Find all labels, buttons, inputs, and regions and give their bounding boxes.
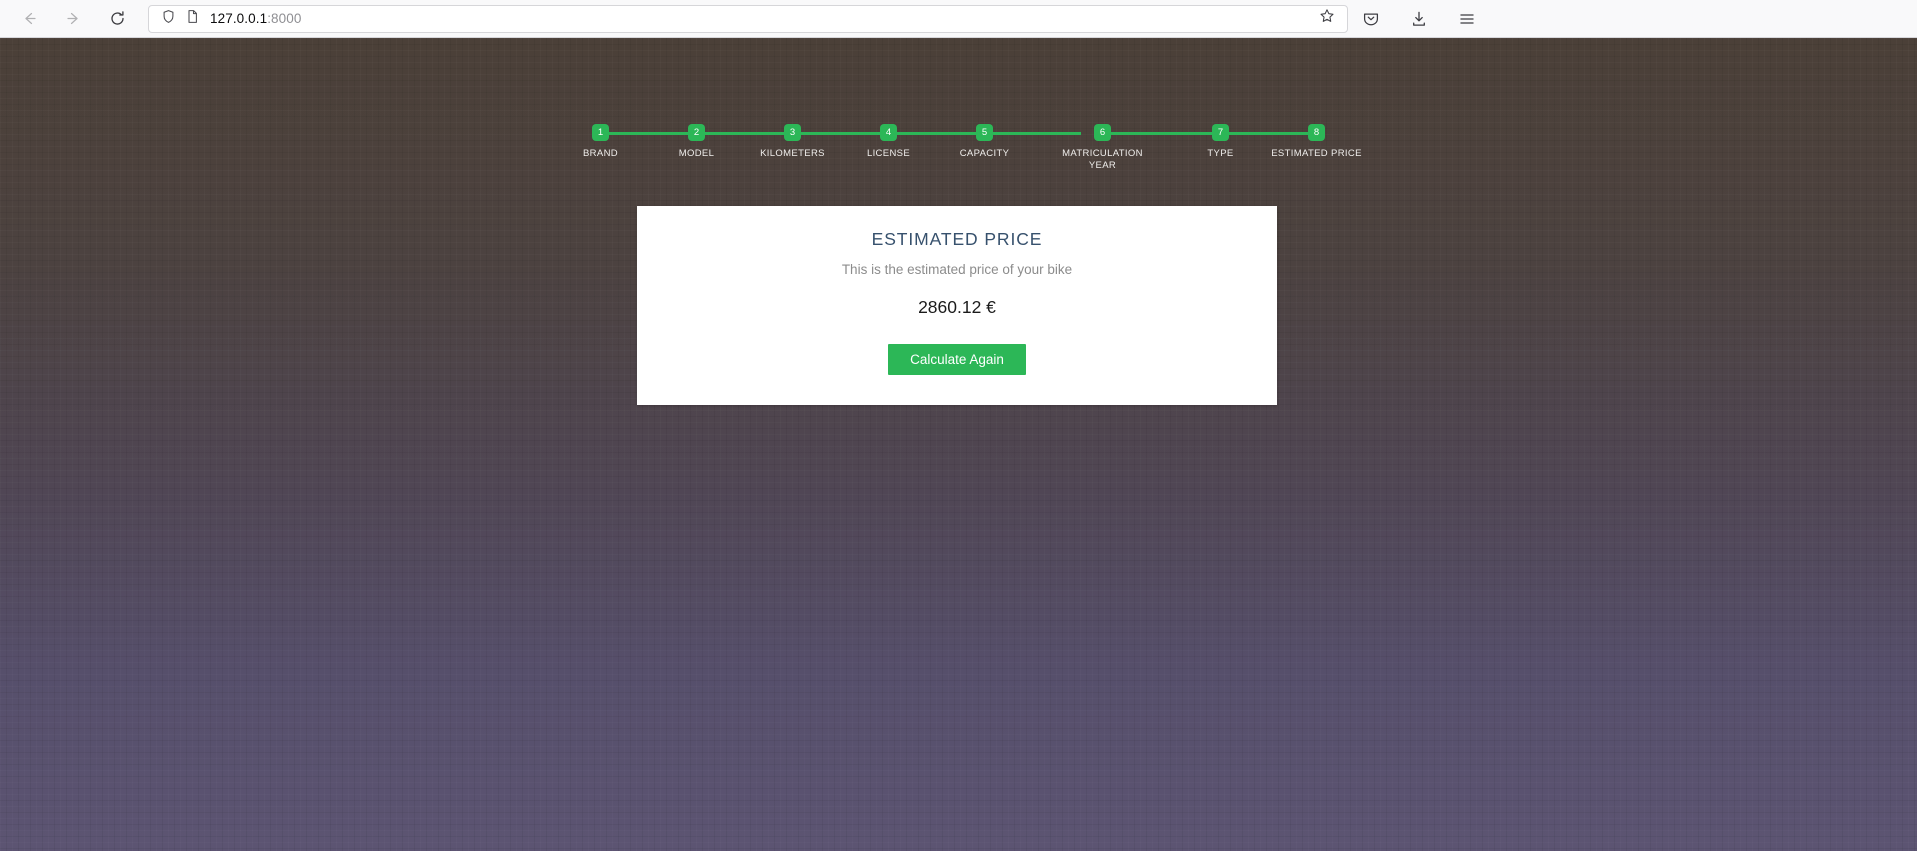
stepper-connector <box>1102 132 1221 135</box>
stepper-step-5[interactable]: 5 CAPACITY <box>937 124 1081 160</box>
stepper-marker: 8 <box>1308 124 1325 141</box>
url-text[interactable]: 127.0.0.1:8000 <box>210 11 1315 26</box>
stepper-marker: 1 <box>592 124 609 141</box>
stepper-connector <box>1220 132 1317 135</box>
shield-icon[interactable] <box>161 9 176 29</box>
stepper-label: MATRICULATION YEAR <box>1062 148 1143 171</box>
page-background: 1 BRAND 2 MODEL 3 KILOMETERS 4 LICENSE 5 CAPACITY… <box>0 38 1917 851</box>
stepper-label: BRAND <box>582 148 618 159</box>
back-arrow-icon <box>21 10 38 27</box>
downloads-icon <box>1410 10 1428 28</box>
stepper-step-2[interactable]: 2 MODEL <box>649 124 793 160</box>
stepper-marker: 5 <box>976 124 993 141</box>
stepper-step-3[interactable]: 3 KILOMETERS <box>745 124 889 160</box>
toolbar-right-actions <box>1358 6 1490 32</box>
page-icon[interactable] <box>185 9 200 29</box>
progress-stepper: 1 BRAND 2 MODEL 3 KILOMETERS 4 LICENSE 5 CAPACITY… <box>0 124 1917 172</box>
navigation-buttons <box>14 4 132 34</box>
stepper-step-8[interactable]: 8 ESTIMATED PRICE <box>1269 124 1365 160</box>
pocket-button[interactable] <box>1358 6 1384 32</box>
star-icon <box>1319 8 1335 29</box>
downloads-button[interactable] <box>1406 6 1432 32</box>
menu-icon <box>1458 10 1476 28</box>
stepper-connector <box>888 132 985 135</box>
stepper-connector <box>600 132 697 135</box>
stepper-label: MODEL <box>678 148 715 159</box>
reload-button[interactable] <box>102 4 132 34</box>
back-button[interactable] <box>14 4 44 34</box>
stepper-label: TYPE <box>1207 148 1234 159</box>
menu-button[interactable] <box>1454 6 1480 32</box>
bookmark-button[interactable] <box>1315 7 1339 31</box>
stepper-label: LICENSE <box>866 148 911 159</box>
stepper-label: KILOMETERS <box>760 148 825 159</box>
url-host: 127.0.0.1 <box>210 11 268 26</box>
browser-toolbar: 127.0.0.1:8000 <box>0 0 1917 38</box>
calculate-again-button[interactable]: Calculate Again <box>888 344 1026 375</box>
stepper-marker: 2 <box>688 124 705 141</box>
pocket-icon <box>1362 10 1380 28</box>
stepper-marker: 4 <box>880 124 897 141</box>
stepper-step-4[interactable]: 4 LICENSE <box>841 124 985 160</box>
stepper-marker: 3 <box>784 124 801 141</box>
stepper-label: CAPACITY <box>959 148 1010 159</box>
stepper-connector <box>792 132 889 135</box>
address-bar[interactable]: 127.0.0.1:8000 <box>148 4 1348 33</box>
stepper-label: ESTIMATED PRICE <box>1271 148 1362 159</box>
forward-arrow-icon <box>65 10 82 27</box>
page-title: ESTIMATED PRICE <box>871 229 1043 249</box>
estimated-price-card: ESTIMATED PRICE This is the estimated pr… <box>637 206 1277 405</box>
stepper-connector <box>984 132 1081 135</box>
stepper-step-7[interactable]: 7 TYPE <box>1173 124 1317 160</box>
stepper-marker: 6 <box>1094 124 1111 141</box>
stepper-connector <box>696 132 793 135</box>
card-subtitle: This is the estimated price of your bike <box>841 262 1073 277</box>
url-port: :8000 <box>267 11 302 26</box>
reload-icon <box>109 10 126 27</box>
stepper-marker: 7 <box>1212 124 1229 141</box>
stepper-step-1[interactable]: 1 BRAND <box>553 124 697 160</box>
address-bar-icons <box>157 9 200 29</box>
estimated-price-value: 2860.12 € <box>918 297 996 317</box>
forward-button[interactable] <box>58 4 88 34</box>
